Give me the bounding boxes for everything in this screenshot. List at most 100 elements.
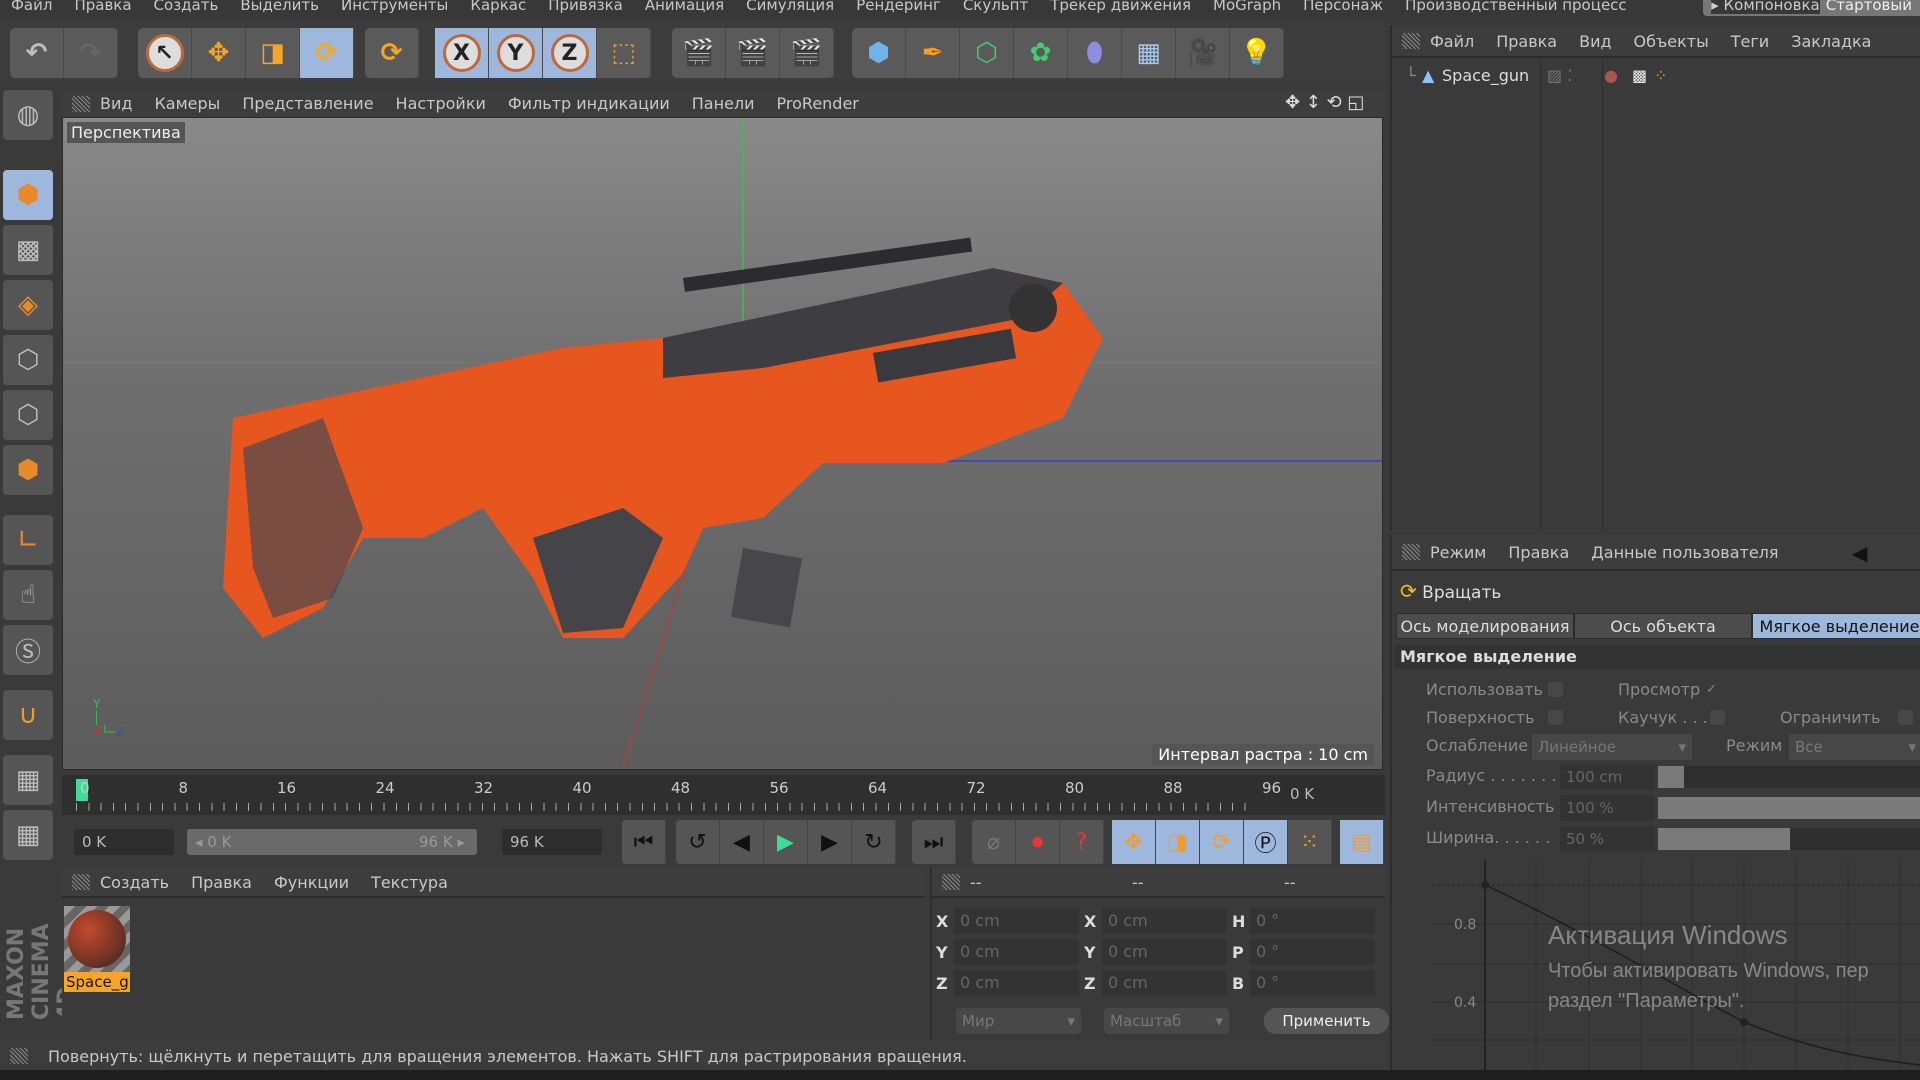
timeline-window-button[interactable]: ▤ xyxy=(1340,820,1384,864)
coordinate-field[interactable]: 0 cm xyxy=(954,939,1079,965)
current-frame-field[interactable]: 0 K xyxy=(1282,781,1382,807)
cube-button[interactable]: ⬢ xyxy=(852,28,906,78)
scale-tool-button[interactable]: ◨ xyxy=(246,28,300,78)
menu-item[interactable]: Скульпт xyxy=(952,0,1039,18)
deformer-button[interactable]: ⬮ xyxy=(1068,28,1122,78)
viewport-menu-item[interactable]: Фильтр индикации xyxy=(508,94,670,113)
menu-item[interactable]: Привязка xyxy=(537,0,634,18)
viewport-menu-item[interactable]: Вид xyxy=(100,94,132,113)
move-tool-button[interactable]: ✥ xyxy=(192,28,246,78)
object-menu-item[interactable]: Вид xyxy=(1579,32,1611,51)
coordinate-mode-dropdown[interactable]: Мир ▾ xyxy=(956,1008,1081,1034)
material-menu-item[interactable]: Текстура xyxy=(371,873,448,892)
object-menu-item[interactable]: Закладка xyxy=(1791,32,1871,51)
timeline-ruler[interactable]: 0 K 0 8 16 24 32 40 48 56 64 72 80 88 96 xyxy=(62,775,1385,815)
tab-soft-selection[interactable]: Мягкое выделение xyxy=(1752,613,1920,639)
attribute-menu-item[interactable]: Данные пользователя xyxy=(1591,543,1778,562)
restrict-checkbox[interactable] xyxy=(1898,710,1913,725)
object-menu-item[interactable]: Файл xyxy=(1430,32,1474,51)
render-settings-button[interactable]: 🎬 xyxy=(780,28,834,78)
material-tag-icon[interactable]: ● xyxy=(1604,66,1618,85)
goto-start-button[interactable]: ⏮ xyxy=(622,820,666,864)
surface-checkbox[interactable] xyxy=(1548,710,1563,725)
redo-button[interactable]: ↷ xyxy=(64,28,118,78)
menu-item[interactable]: Инструменты xyxy=(330,0,459,18)
visibility-dots[interactable]: ▨ ⁚ xyxy=(1547,66,1572,85)
key-rotation-button[interactable]: ⟳ xyxy=(1200,820,1244,864)
viewport-menu-item[interactable]: Настройки xyxy=(396,94,486,113)
key-pla-button[interactable]: ⁙ xyxy=(1288,820,1332,864)
key-param-button[interactable]: Ⓟ xyxy=(1244,820,1288,864)
coordinate-field[interactable]: 0 cm xyxy=(954,908,1079,934)
select-tool-button[interactable]: ↖ xyxy=(138,28,192,78)
autokey-button[interactable]: ⏺ xyxy=(1016,820,1060,864)
falloff-dropdown[interactable]: Линейное ▾ xyxy=(1532,734,1692,760)
viewport-menu-item[interactable]: Панели xyxy=(692,94,755,113)
axis-mode-button[interactable]: ∟ xyxy=(3,515,53,565)
tab-object-axis[interactable]: Ось объекта xyxy=(1574,613,1752,639)
workplane-button[interactable]: ◈ xyxy=(3,280,53,330)
viewport-menu-item[interactable]: ProRender xyxy=(777,94,859,113)
points-mode-button[interactable]: ⬡ xyxy=(3,335,53,385)
width-slider[interactable] xyxy=(1658,828,1920,850)
snap-button[interactable]: Ⓢ xyxy=(3,625,53,675)
model-mode-button[interactable]: ⬢ xyxy=(3,170,53,220)
strength-slider[interactable] xyxy=(1658,797,1920,819)
light-button[interactable]: 💡 xyxy=(1230,28,1284,78)
next-key-button[interactable]: ↻ xyxy=(852,820,896,864)
undo-button[interactable]: ↶ xyxy=(10,28,64,78)
coordinate-field[interactable]: 0 ° xyxy=(1250,908,1375,934)
floor-button[interactable]: ▦ xyxy=(1122,28,1176,78)
tweak-mode-button[interactable]: ☝ xyxy=(3,570,53,620)
object-menu-item[interactable]: Объекты xyxy=(1634,32,1709,51)
coordinate-field[interactable]: 0 cm xyxy=(1102,970,1227,996)
size-mode-dropdown[interactable]: Масштаб ▾ xyxy=(1104,1008,1229,1034)
coordinate-field[interactable]: 0 ° xyxy=(1250,939,1375,965)
menu-item[interactable]: Правка xyxy=(63,0,142,18)
workplane-lock-button[interactable]: ▦ xyxy=(3,755,53,805)
layout-selector[interactable]: ▸ Компоновка Стартовый xyxy=(1703,0,1920,16)
preview-range-slider[interactable]: ◂ 0 K 96 K ▸ xyxy=(187,829,477,855)
edges-mode-button[interactable]: ⬡ xyxy=(3,390,53,440)
goto-end-button[interactable]: ⏭ xyxy=(912,820,956,864)
pen-button[interactable]: ✒ xyxy=(906,28,960,78)
render-view-button[interactable]: 🎬 xyxy=(672,28,726,78)
rotate-tool-button[interactable]: ⟳ xyxy=(300,28,354,78)
coordinate-field[interactable]: 0 cm xyxy=(954,970,1079,996)
use-checkbox[interactable] xyxy=(1548,682,1563,697)
start-frame-field[interactable]: 0 K xyxy=(74,829,174,855)
menu-item[interactable]: Рендеринг xyxy=(845,0,952,18)
menu-item[interactable]: Создать xyxy=(143,0,230,18)
tab-modeling-axis[interactable]: Ось моделирования xyxy=(1396,613,1574,639)
strength-field[interactable]: 100 % xyxy=(1560,795,1655,821)
menu-item[interactable]: Производственный процесс xyxy=(1394,0,1638,18)
record-keys-button[interactable]: ⌀ xyxy=(972,820,1016,864)
x-axis-button[interactable]: X xyxy=(435,28,489,78)
preview-checkbox[interactable]: ✓ xyxy=(1706,682,1721,697)
prev-frame-button[interactable]: ◀ xyxy=(720,820,764,864)
apply-button[interactable]: Применить xyxy=(1264,1008,1389,1034)
object-menu-item[interactable]: Правка xyxy=(1496,32,1557,51)
coordinate-system-button[interactable]: ⬚ xyxy=(597,28,651,78)
material-menu-item[interactable]: Правка xyxy=(191,873,252,892)
material-menu-item[interactable]: Создать xyxy=(100,873,169,892)
menu-item[interactable]: Трекер движения xyxy=(1039,0,1202,18)
viewport-perspective[interactable]: Перспектива Y │ X└─Z Интервал растра : 10 … xyxy=(62,117,1383,770)
polygons-mode-button[interactable]: ⬢ xyxy=(3,445,53,495)
object-menu-item[interactable]: Теги xyxy=(1731,32,1769,51)
viewport-menu-item[interactable]: Представление xyxy=(242,94,373,113)
menu-item[interactable]: MoGraph xyxy=(1202,0,1292,18)
radius-slider[interactable] xyxy=(1658,766,1920,788)
object-row[interactable]: └ ▲ Space_gun ▨ ⁚ ● ▩ ⁘ xyxy=(1392,66,1920,92)
mode-dropdown[interactable]: Все ▾ xyxy=(1789,734,1920,760)
play-button[interactable]: ▶ xyxy=(764,820,808,864)
menu-item[interactable]: Симуляция xyxy=(735,0,845,18)
rubber-checkbox[interactable] xyxy=(1710,710,1725,725)
material-menu-item[interactable]: Функции xyxy=(274,873,349,892)
back-arrow-icon[interactable]: ◀ xyxy=(1852,541,1867,565)
key-scale-button[interactable]: ◨ xyxy=(1156,820,1200,864)
keyframe-selection-button[interactable]: ? xyxy=(1060,820,1104,864)
material-swatch[interactable]: Space_g xyxy=(64,906,130,994)
recent-tool-button[interactable]: ⟳ xyxy=(365,28,419,78)
cloner-button[interactable]: ✿ xyxy=(1014,28,1068,78)
